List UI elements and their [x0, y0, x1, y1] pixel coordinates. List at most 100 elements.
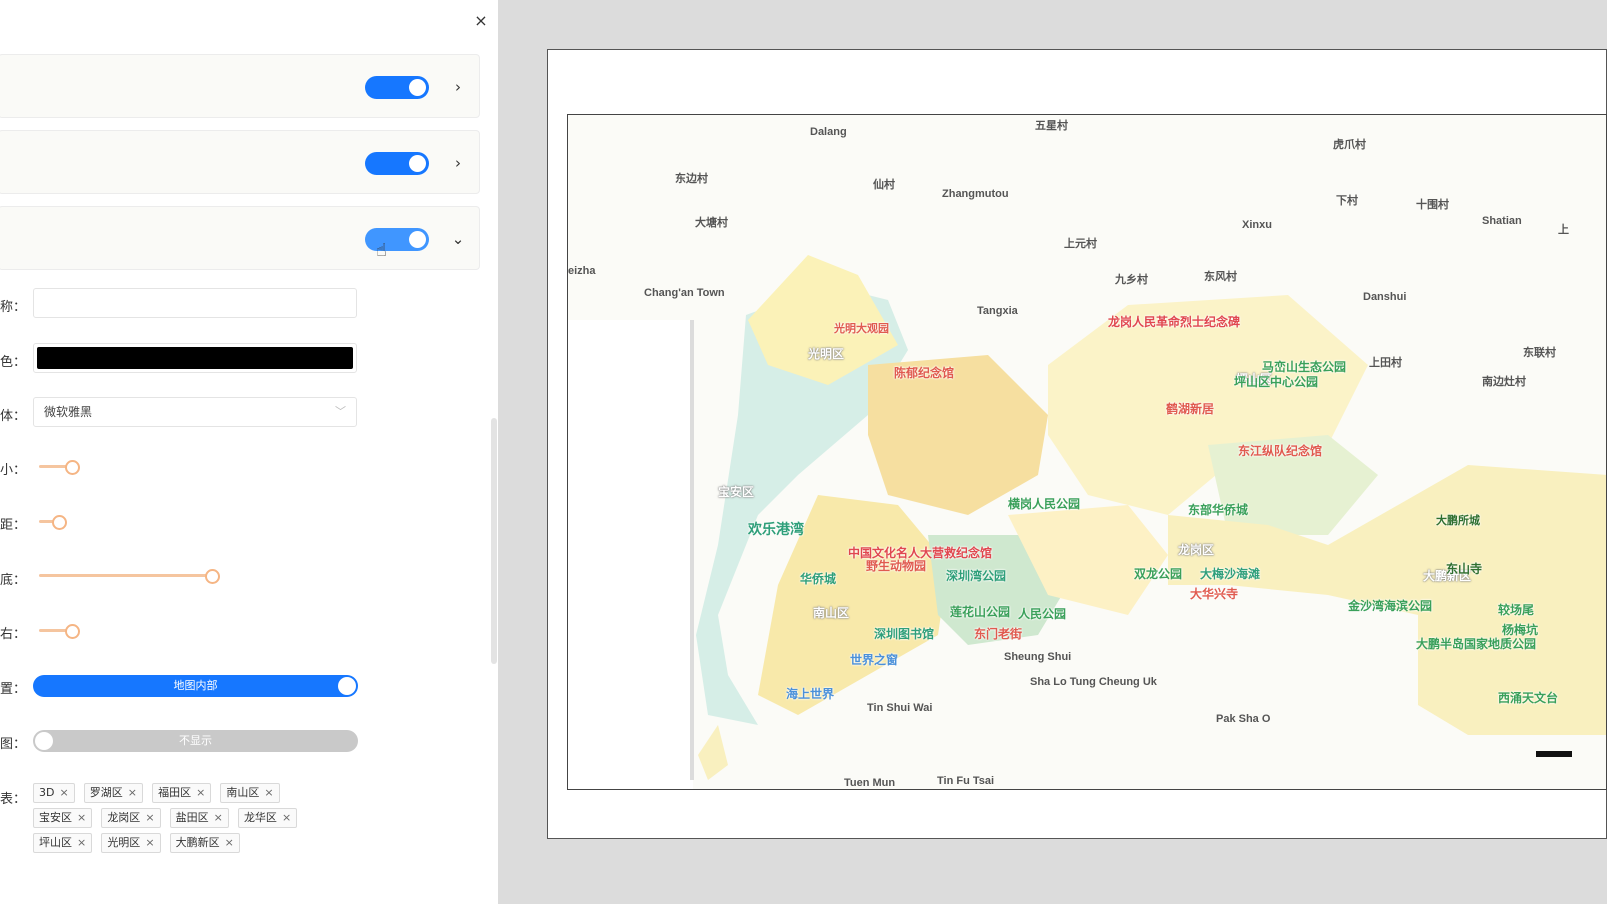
label-title: 称：	[0, 300, 27, 315]
layer-section-3[interactable]: ⌄	[0, 206, 480, 270]
place-label: Shatian	[1482, 215, 1522, 227]
place-label: 虎爪村	[1333, 139, 1366, 151]
slider-track	[39, 574, 211, 577]
place-label: 上	[1558, 224, 1569, 236]
poi-label: 东江纵队纪念馆	[1238, 444, 1323, 458]
poi-label: 大鹏半岛国家地质公园	[1416, 637, 1537, 651]
place-label: Sha Lo Tung Cheung Uk	[1030, 676, 1157, 688]
title-input[interactable]	[33, 288, 357, 318]
close-icon[interactable]: ×	[145, 836, 154, 849]
layer-2-toggle[interactable]	[365, 152, 429, 175]
tag-longhua[interactable]: 龙华区 ×	[237, 808, 298, 828]
poi-label: 海上世界	[786, 687, 835, 701]
tag-guangming[interactable]: 光明区 ×	[101, 833, 161, 853]
tag-luohu[interactable]: 罗湖区 ×	[83, 783, 143, 803]
legend-switch-label: 不显示	[179, 734, 212, 747]
close-icon[interactable]: ×	[77, 811, 86, 824]
place-label: eizha	[568, 265, 596, 277]
close-icon[interactable]: ×	[196, 786, 205, 799]
chevron-right-icon[interactable]: ›	[451, 77, 465, 97]
poi-label: 莲花山公园	[950, 605, 1011, 619]
chevron-down-icon[interactable]: ⌄	[451, 229, 465, 249]
layer-section-1[interactable]: ›	[0, 54, 480, 118]
hand-pointer-cursor-icon: ☝	[376, 240, 387, 261]
sea-area	[568, 320, 693, 789]
toggle-knob	[409, 231, 426, 248]
tag-yantian[interactable]: 盐田区 ×	[169, 808, 229, 828]
settings-panel: × › › ⌄ ☝ 称： 色： 体： 小： 距： 底： 右： 置： 图： 表： …	[0, 0, 498, 904]
position-switch[interactable]: 地图内部	[33, 675, 358, 697]
bottom-slider[interactable]	[39, 569, 220, 584]
tag-3d[interactable]: 3D ×	[33, 783, 75, 803]
poi-label: 东部华侨城	[1188, 503, 1249, 517]
place-label: 十围村	[1416, 199, 1449, 211]
place-label: Zhangmutou	[942, 188, 1009, 200]
place-label: 仙村	[873, 179, 895, 191]
poi-label: 坪山区中心公园	[1234, 375, 1319, 389]
poi-label: 欢乐港湾	[748, 522, 804, 538]
layer-3-toggle[interactable]	[365, 228, 429, 251]
close-icon[interactable]: ×	[59, 786, 68, 799]
place-label: Tin Shui Wai	[867, 702, 933, 714]
poi-label: 较场尾	[1498, 603, 1535, 617]
close-icon[interactable]: ×	[77, 836, 86, 849]
place-label: 上田村	[1369, 357, 1402, 369]
layer-1-toggle[interactable]	[365, 76, 429, 99]
poi-label: 人民公园	[1018, 607, 1067, 621]
label-right: 右：	[0, 627, 27, 642]
color-picker[interactable]	[33, 343, 357, 373]
close-icon[interactable]: ×	[225, 836, 234, 849]
place-label: Danshui	[1363, 291, 1407, 303]
map-view[interactable]: Dalang 五星村 虎爪村 东边村 仙村 Zhangmutou 下村 十围村 …	[567, 114, 1607, 790]
legend-switch[interactable]: 不显示	[33, 730, 358, 752]
poi-label: 西涌天文台	[1498, 691, 1559, 705]
district-tag-list: 3D × 罗湖区 × 福田区 × 南山区 × 宝安区 × 龙岗区 × 盐田区 × 龙华区 × 坪…	[33, 781, 333, 856]
label-font: 体：	[0, 409, 27, 424]
tag-longgang[interactable]: 龙岗区 ×	[101, 808, 161, 828]
island	[698, 725, 728, 780]
slider-handle[interactable]	[52, 515, 67, 530]
close-icon[interactable]: ×	[128, 786, 137, 799]
poi-label: 大华兴寺	[1190, 587, 1239, 601]
tag-pingshan[interactable]: 坪山区 ×	[33, 833, 93, 853]
chevron-right-icon[interactable]: ›	[451, 153, 465, 173]
right-slider[interactable]	[39, 624, 219, 639]
tag-baoan[interactable]: 宝安区 ×	[33, 808, 93, 828]
poi-label: 大梅沙海滩	[1200, 567, 1261, 581]
size-slider[interactable]	[39, 460, 219, 475]
district-label: 龙岗区	[1178, 543, 1215, 557]
place-label: Tuen Mun	[844, 777, 896, 789]
spacing-slider[interactable]	[39, 515, 219, 530]
tag-futian[interactable]: 福田区 ×	[152, 783, 212, 803]
poi-label: 横岗人民公园	[1008, 497, 1081, 511]
district-label: 宝安区	[718, 485, 755, 499]
close-icon[interactable]: ×	[264, 786, 273, 799]
switch-knob	[35, 732, 53, 750]
poi-label: 金沙湾海滨公园	[1348, 599, 1433, 613]
color-fill	[37, 347, 353, 369]
place-label: Pak Sha O	[1216, 713, 1271, 725]
tag-nanshan[interactable]: 南山区 ×	[220, 783, 280, 803]
close-icon[interactable]: ×	[214, 811, 223, 824]
place-label: 五星村	[1035, 120, 1068, 132]
poi-label: 龙岗人民革命烈士纪念碑	[1108, 315, 1241, 329]
label-color: 色：	[0, 355, 27, 370]
place-label: Tin Fu Tsai	[937, 775, 995, 787]
scale-bar	[1536, 751, 1572, 757]
poi-label: 世界之窗	[850, 653, 899, 667]
label-position: 置：	[0, 682, 27, 697]
layer-section-2[interactable]: ›	[0, 130, 480, 194]
font-select[interactable]: 微软雅黑 ﹀	[33, 397, 357, 427]
label-legend: 图：	[0, 737, 27, 752]
close-icon[interactable]: ×	[145, 811, 154, 824]
label-bottom: 底：	[0, 573, 27, 588]
tag-dapeng[interactable]: 大鹏新区 ×	[169, 833, 240, 853]
close-icon[interactable]: ×	[470, 10, 492, 32]
slider-handle[interactable]	[65, 624, 80, 639]
slider-handle[interactable]	[205, 569, 220, 584]
slider-handle[interactable]	[65, 460, 80, 475]
close-icon[interactable]: ×	[282, 811, 291, 824]
poi-label: 光明大观园	[834, 322, 889, 335]
panel-scrollbar[interactable]	[491, 418, 497, 664]
toggle-knob	[409, 155, 426, 172]
